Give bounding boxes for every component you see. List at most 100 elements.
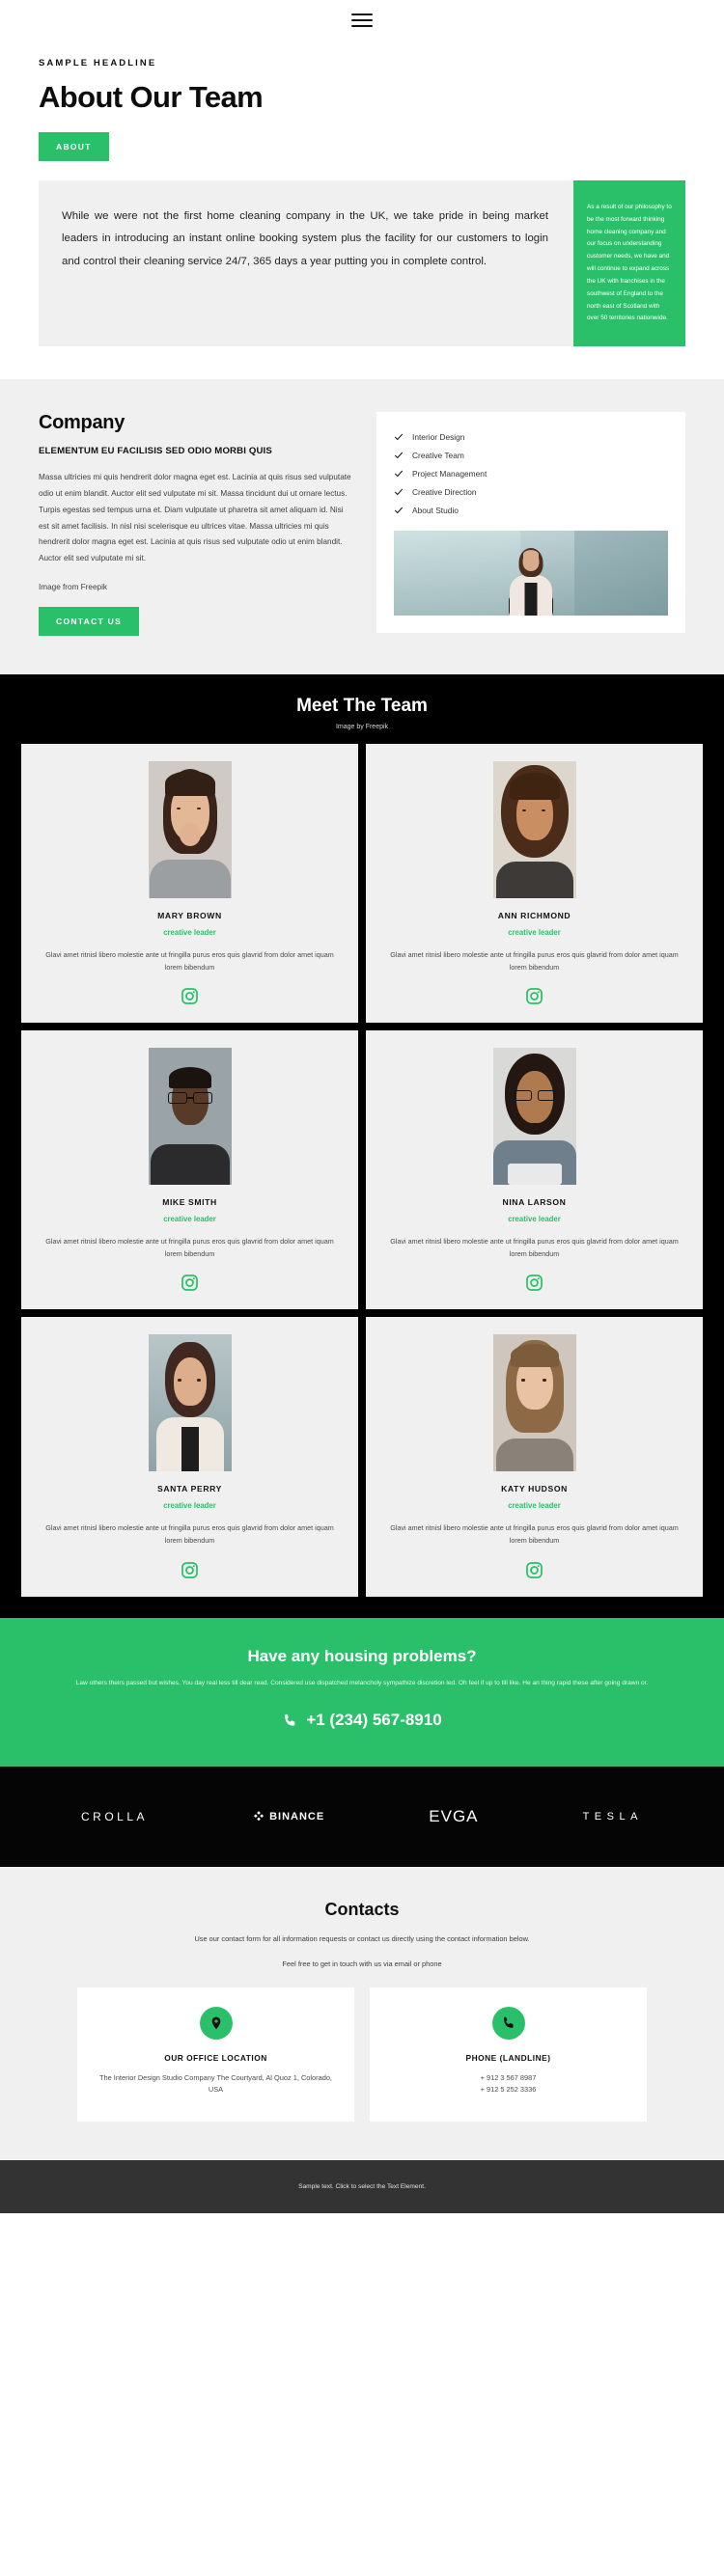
intro-callout-text: As a result of our philosophy to be the … — [587, 204, 672, 322]
check-icon — [395, 452, 403, 458]
hero-eyebrow: SAMPLE HEADLINE — [39, 58, 157, 69]
member-name: SANTA PERRY — [157, 1484, 222, 1494]
list-item[interactable]: Creative Direction — [394, 482, 668, 501]
member-bio: Glavi amet ritnisl libero molestie ante … — [390, 1523, 679, 1545]
team-header: Meet The Team Image by Freepik — [0, 696, 724, 744]
logo-evga[interactable]: EVGA — [429, 1807, 478, 1826]
instagram-icon[interactable] — [525, 1561, 543, 1579]
instagram-icon[interactable] — [525, 1274, 543, 1292]
binance-diamond-icon — [254, 1811, 265, 1822]
instagram-icon[interactable] — [525, 987, 543, 1005]
contact-cards: OUR OFFICE LOCATION The Interior Design … — [0, 1987, 724, 2122]
member-role: creative leader — [163, 1501, 216, 1511]
table-row[interactable]: ANN RICHMOND creative leader Glavi amet … — [366, 744, 703, 1024]
check-icon — [395, 488, 403, 495]
member-role: creative leader — [508, 928, 561, 937]
list-item[interactable]: About Studio — [394, 501, 668, 519]
contact-card-phone[interactable]: PHONE (LANDLINE) + 912 3 567 8987 + 912 … — [370, 1987, 647, 2122]
check-icon — [395, 470, 403, 477]
member-bio: Glavi amet ritnisl libero molestie ante … — [390, 1237, 679, 1258]
phone-icon — [285, 1713, 295, 1726]
avatar — [148, 1048, 232, 1186]
list-item[interactable]: Creative Team — [394, 446, 668, 464]
footer: Sample text. Click to select the Text El… — [0, 2159, 724, 2213]
team-section: Meet The Team Image by Freepik MARY BROW… — [0, 674, 724, 1618]
page-title: About Our Team — [39, 80, 264, 114]
table-row[interactable]: NINA LARSON creative leader Glavi amet r… — [366, 1030, 703, 1310]
footer-text[interactable]: Sample text. Click to select the Text El… — [0, 2183, 724, 2190]
table-row[interactable]: MARY BROWN creative leader Glavi amet ri… — [21, 744, 358, 1024]
instagram-icon[interactable] — [181, 1561, 199, 1579]
contact-card-title: OUR OFFICE LOCATION — [164, 2052, 267, 2063]
check-icon — [395, 507, 403, 513]
team-credit: Image by Freepik — [335, 724, 389, 730]
company-title: Company — [39, 412, 125, 434]
member-role: creative leader — [508, 1215, 561, 1224]
member-name: KATY HUDSON — [501, 1484, 568, 1494]
location-pin-icon — [199, 2006, 233, 2040]
intro-callout-block: As a result of our philosophy to be the … — [573, 180, 685, 347]
phone-icon — [491, 2006, 525, 2040]
cta-heading: Have any housing problems? — [247, 1646, 477, 1665]
table-row[interactable]: MIKE SMITH creative leader Glavi amet ri… — [21, 1030, 358, 1310]
table-row[interactable]: KATY HUDSON creative leader Glavi amet r… — [366, 1317, 703, 1597]
intro-section: While we were not the first home cleanin… — [0, 161, 724, 380]
table-row[interactable]: SANTA PERRY creative leader Glavi amet r… — [21, 1317, 358, 1597]
list-item[interactable]: Interior Design — [394, 427, 668, 446]
logo-crolla[interactable]: CROLLA — [81, 1810, 148, 1823]
instagram-icon[interactable] — [181, 987, 199, 1005]
contact-card-office[interactable]: OUR OFFICE LOCATION The Interior Design … — [77, 1987, 354, 2122]
member-name: NINA LARSON — [502, 1197, 567, 1208]
logo-binance[interactable]: BINANCE — [252, 1810, 324, 1823]
list-item[interactable]: Project Management — [394, 464, 668, 482]
list-item-label: About Studio — [412, 505, 459, 515]
hamburger-menu-icon[interactable] — [351, 14, 373, 27]
hero-section: SAMPLE HEADLINE About Our Team ABOUT — [0, 41, 724, 161]
intro-text-block: While we were not the first home cleanin… — [39, 180, 573, 347]
avatar — [148, 1334, 232, 1472]
intro-paragraph: While we were not the first home cleanin… — [62, 210, 548, 267]
list-item-label: Interior Design — [412, 431, 465, 442]
company-body-text: Massa ultricies mi quis hendrerit dolor … — [39, 473, 351, 563]
instagram-icon[interactable] — [181, 1274, 199, 1292]
list-item-label: Creative Direction — [412, 486, 477, 497]
check-icon — [395, 433, 403, 440]
contact-us-button[interactable]: CONTACT US — [39, 607, 140, 636]
cta-section: Have any housing problems? Law others th… — [0, 1617, 724, 1767]
member-bio: Glavi amet ritnisl libero molestie ante … — [45, 1523, 334, 1545]
page-root: SAMPLE HEADLINE About Our Team ABOUT Whi… — [0, 0, 724, 2213]
list-item-label: Project Management — [412, 468, 487, 479]
member-role: creative leader — [508, 1501, 561, 1511]
about-button[interactable]: ABOUT — [39, 132, 109, 161]
company-text-column: Company ELEMENTUM EU FACILISIS SED ODIO … — [0, 412, 376, 636]
top-navigation — [0, 0, 724, 41]
avatar — [492, 1048, 576, 1186]
member-role: creative leader — [163, 928, 216, 937]
cta-phone-link[interactable]: +1 (234) 567-8910 — [282, 1711, 442, 1730]
member-name: MIKE SMITH — [162, 1197, 217, 1208]
member-name: MARY BROWN — [157, 911, 222, 920]
contacts-title: Contacts — [324, 1899, 400, 1919]
contacts-section: Contacts Use our contact form for all in… — [0, 1866, 724, 2160]
avatar — [148, 761, 232, 898]
member-bio: Glavi amet ritnisl libero molestie ante … — [45, 1237, 334, 1258]
member-role: creative leader — [163, 1215, 216, 1224]
brand-logos-strip: CROLLA BINANCE EVGA TESLA — [0, 1766, 724, 1867]
member-bio: Glavi amet ritnisl libero molestie ante … — [45, 950, 334, 972]
cta-phone-number: +1 (234) 567-8910 — [306, 1711, 442, 1730]
member-name: ANN RICHMOND — [497, 911, 571, 920]
company-section: Company ELEMENTUM EU FACILISIS SED ODIO … — [0, 379, 724, 674]
company-panel-column: Interior Design Creative Team Project Ma… — [376, 412, 724, 636]
contact-card-title: PHONE (LANDLINE) — [465, 2052, 551, 2063]
avatar — [492, 1334, 576, 1472]
company-photo — [394, 531, 668, 617]
contact-card-body: + 912 3 567 8987 + 912 5 252 3336 — [480, 2072, 537, 2095]
member-bio: Glavi amet ritnisl libero molestie ante … — [390, 950, 679, 972]
cta-body: Law others theirs passed but wishes. You… — [75, 1679, 649, 1686]
contact-card-body: The Interior Design Studio Company The C… — [98, 2072, 332, 2095]
company-image-credit: Image from Freepik — [39, 583, 107, 591]
team-grid: MARY BROWN creative leader Glavi amet ri… — [0, 744, 724, 1597]
services-panel: Interior Design Creative Team Project Ma… — [376, 412, 685, 634]
contacts-lead-secondary: Feel free to get in touch with us via em… — [282, 1959, 442, 1968]
logo-tesla[interactable]: TESLA — [583, 1811, 643, 1822]
